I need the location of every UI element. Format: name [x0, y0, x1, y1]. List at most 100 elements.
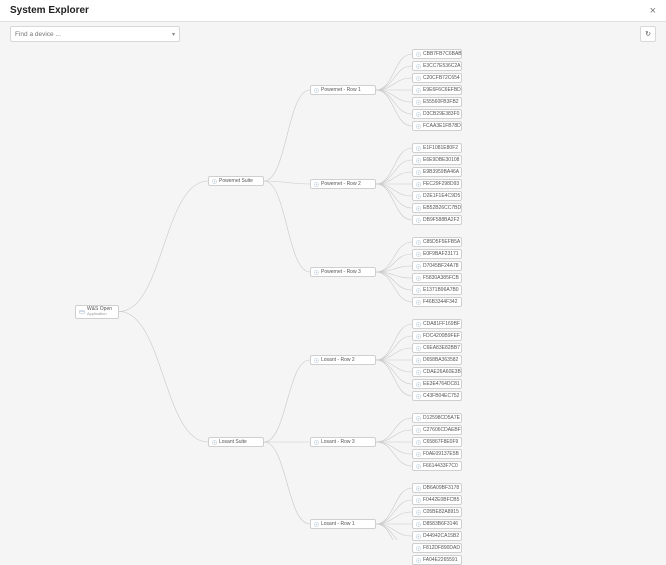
node-label: D8583B6F3146 [423, 522, 458, 527]
leaf-node[interactable]: E0F9BAF23171 [412, 249, 462, 259]
node-label: C27606CDAEBF [423, 428, 461, 433]
node-label: E9E6F6C6EFBD [423, 88, 461, 93]
leaf-node[interactable]: E1F1081E80F2 [412, 143, 462, 153]
node-label: CBB7FB7C6BAB [423, 52, 462, 57]
root-node[interactable]: W&S OpenApplication [75, 305, 119, 319]
leaf-node[interactable]: EB52B26CC7BD [412, 203, 462, 213]
leaf-node[interactable]: D12598CD5A7E [412, 413, 462, 423]
node-label: F46B3344F342 [423, 300, 457, 305]
leaf-node[interactable]: E1371B96A7B0 [412, 285, 462, 295]
node-label: Losant - Row 3 [321, 440, 355, 445]
leaf-node[interactable]: E3CC7E536C2A [412, 61, 462, 71]
leaf-node[interactable]: C43FB04EC752 [412, 391, 462, 401]
node-label: Powernet - Row 1 [321, 88, 361, 93]
node-label: D2E1F1E4C9D5 [423, 194, 460, 199]
chevron-down-icon: ▾ [172, 31, 175, 38]
leaf-node[interactable]: CDAE26A60E3B [412, 367, 462, 377]
node-label: Powernet - Row 3 [321, 270, 361, 275]
leaf-node[interactable]: D8583B6F3146 [412, 519, 462, 529]
node-label: DB6A09BF3178 [423, 486, 459, 491]
row-node[interactable]: Losant - Row 1 [310, 519, 376, 529]
node-label: F0442E0BFCB5 [423, 498, 459, 503]
node-label: FEC29F298D93 [423, 182, 459, 187]
node-label: DB9F588BA2F2 [423, 218, 459, 223]
node-label: E55560FB3FB2 [423, 100, 459, 105]
leaf-node[interactable]: D7045BF24A78 [412, 261, 462, 271]
node-label: CDAE26A60E3B [423, 370, 461, 375]
leaf-node[interactable]: E6E9DBE30108 [412, 155, 462, 165]
node-label: Losant - Row 2 [321, 358, 355, 363]
leaf-node[interactable]: CDA81FF169BF [412, 319, 462, 329]
node-label: D44942CA15B2 [423, 534, 459, 539]
leaf-node[interactable]: FEC29F298D93 [412, 179, 462, 189]
node-label: F5830A385FCB [423, 276, 459, 281]
leaf-node[interactable]: C6EA83E82BB7 [412, 343, 462, 353]
leaf-node[interactable]: F812DF890DAD [412, 543, 462, 553]
leaf-node[interactable]: C27606CDAEBF [412, 425, 462, 435]
node-label: FDC4200B9FEF [423, 334, 460, 339]
toolbar: ▾ ↻ [0, 22, 666, 46]
leaf-node[interactable]: E9B3959BA46A [412, 167, 462, 177]
suite-node[interactable]: Losant Suite [208, 437, 264, 447]
leaf-node[interactable]: DB9F588BA2F2 [412, 215, 462, 225]
close-button[interactable]: × [650, 5, 656, 17]
leaf-node[interactable]: E9E6F6C6EFBD [412, 85, 462, 95]
row-node[interactable]: Losant - Row 3 [310, 437, 376, 447]
node-label: FCAA3E1FB78D [423, 124, 461, 129]
node-label: E1F1081E80F2 [423, 146, 458, 151]
header: System Explorer × [0, 0, 666, 22]
node-label: E3CC7E536C2A [423, 64, 461, 69]
leaf-node[interactable]: C85D5F5EFB5A [412, 237, 462, 247]
suite-node[interactable]: Powernet Suite [208, 176, 264, 186]
refresh-icon: ↻ [645, 30, 651, 38]
node-label: Losant Suite [219, 440, 247, 445]
node-label: FA04E2265591 [423, 558, 457, 563]
tree-canvas: CBB7FB7C6BAB E3CC7E536C2A C20CFB72C654 E9E6… [0, 46, 666, 540]
node-label: Powernet Suite [219, 179, 253, 184]
leaf-node[interactable]: F5830A385FCB [412, 273, 462, 283]
leaf-node[interactable]: CBB7FB7C6BAB [412, 49, 462, 59]
node-label: Losant - Row 1 [321, 522, 355, 527]
row-node[interactable]: Powernet - Row 3 [310, 267, 376, 277]
leaf-node[interactable]: FDC4200B9FEF [412, 331, 462, 341]
node-label: C20CFB72C654 [423, 76, 460, 81]
node-label: E9B3959BA46A [423, 170, 459, 175]
node-label: F0AE09137E5B [423, 452, 459, 457]
leaf-node[interactable]: F0442E0BFCB5 [412, 495, 462, 505]
leaf-node[interactable]: F0AE09137E5B [412, 449, 462, 459]
node-label: F6614433F7C0 [423, 464, 458, 469]
leaf-node[interactable]: C05BE82A8915 [412, 507, 462, 517]
row-node[interactable]: Losant - Row 2 [310, 355, 376, 365]
leaf-node[interactable]: FA04E2265591 [412, 555, 462, 565]
node-label: CDA81FF169BF [423, 322, 460, 327]
leaf-node[interactable]: D658BA363582 [412, 355, 462, 365]
refresh-button[interactable]: ↻ [640, 26, 656, 42]
node-label: C43FB04EC752 [423, 394, 459, 399]
leaf-node[interactable]: EE3E4764DC81 [412, 379, 462, 389]
leaf-node[interactable]: E55560FB3FB2 [412, 97, 462, 107]
node-label: E0F9BAF23171 [423, 252, 459, 257]
leaf-node[interactable]: FCAA3E1FB78D [412, 121, 462, 131]
leaf-node[interactable]: C65867F8E0F9 [412, 437, 462, 447]
node-label: C85D5F5EFB5A [423, 240, 460, 245]
node-label: Powernet - Row 2 [321, 182, 361, 187]
leaf-node[interactable]: D3CB29E383F0 [412, 109, 462, 119]
node-label: D658BA363582 [423, 358, 458, 363]
leaf-node[interactable]: C20CFB72C654 [412, 73, 462, 83]
leaf-node[interactable]: F46B3344F342 [412, 297, 462, 307]
node-label: EE3E4764DC81 [423, 382, 460, 387]
leaf-node[interactable]: DB6A09BF3178 [412, 483, 462, 493]
node-label: E6E9DBE30108 [423, 158, 459, 163]
row-node[interactable]: Powernet - Row 2 [310, 179, 376, 189]
device-search[interactable]: ▾ [10, 26, 180, 42]
leaf-node[interactable]: F6614433F7C0 [412, 461, 462, 471]
node-label: EB52B26CC7BD [423, 206, 461, 211]
node-label: D7045BF24A78 [423, 264, 459, 269]
node-label: C65867F8E0F9 [423, 440, 458, 445]
node-label: F812DF890DAD [423, 546, 460, 551]
row-node[interactable]: Powernet - Row 1 [310, 85, 376, 95]
node-sublabel: Application [87, 312, 112, 316]
search-input[interactable] [15, 31, 155, 38]
leaf-node[interactable]: D2E1F1E4C9D5 [412, 191, 462, 201]
node-label: D3CB29E383F0 [423, 112, 459, 117]
